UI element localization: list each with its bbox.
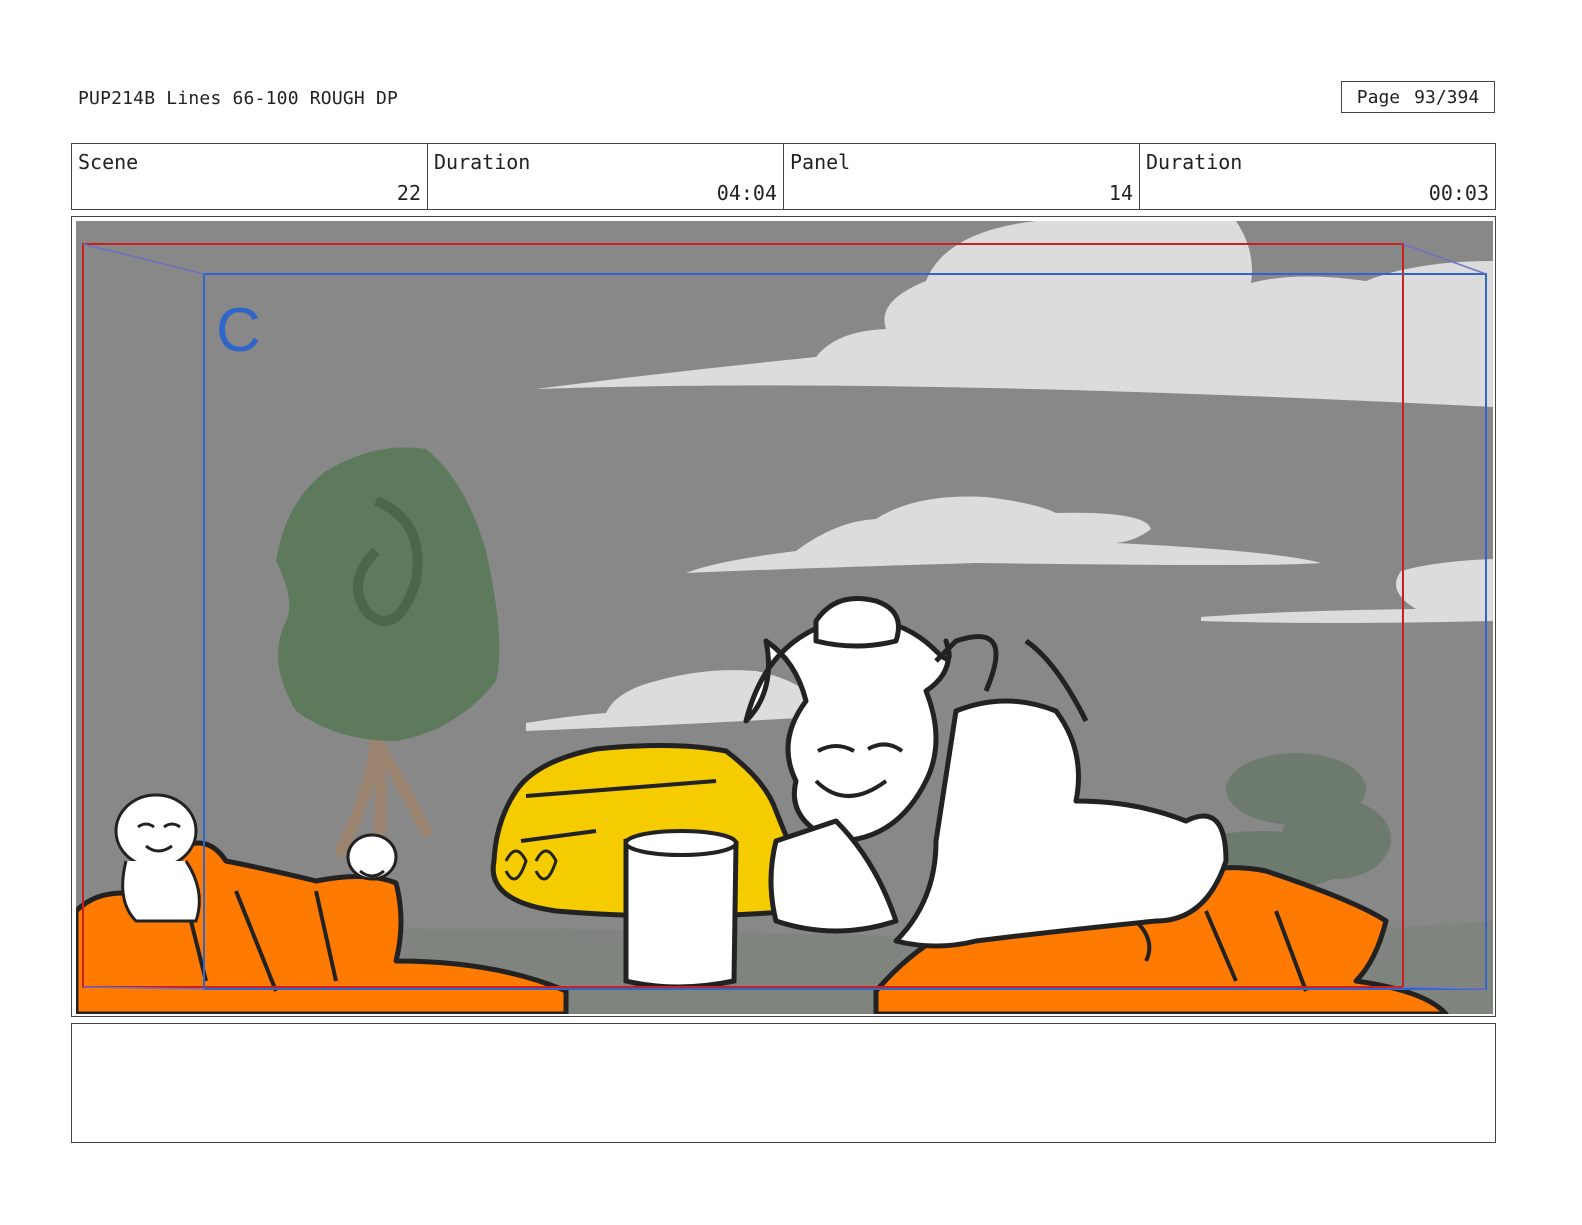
camera-letter: C xyxy=(216,296,261,365)
document-title: PUP214B Lines 66-100 ROUGH DP xyxy=(78,88,399,109)
notes-box xyxy=(71,1023,1496,1143)
panel-duration-value: 00:03 xyxy=(1428,181,1489,205)
panel-label: Panel xyxy=(790,150,851,174)
panel-duration-cell: Duration 00:03 xyxy=(1140,144,1495,209)
panel-value: 14 xyxy=(1108,181,1133,205)
storyboard-image: C xyxy=(76,221,1493,1014)
scene-duration-label: Duration xyxy=(434,150,531,174)
page-indicator: Page 93/394 xyxy=(1341,81,1495,113)
scene-value: 22 xyxy=(396,181,421,205)
scene-label: Scene xyxy=(78,150,139,174)
tiny-pup xyxy=(346,833,398,881)
panel-duration-label: Duration xyxy=(1146,150,1243,174)
panel-cell: Panel 14 xyxy=(784,144,1140,209)
page-number: 93/394 xyxy=(1414,86,1480,108)
page-label: Page xyxy=(1356,86,1401,108)
scene-duration-cell: Duration 04:04 xyxy=(428,144,784,209)
panel-info-table: Scene 22 Duration 04:04 Panel 14 Duratio… xyxy=(71,143,1496,210)
scene-cell: Scene 22 xyxy=(72,144,428,209)
mug xyxy=(623,829,739,990)
storyboard-frame: C xyxy=(71,216,1496,1017)
scene-duration-value: 04:04 xyxy=(716,181,777,205)
